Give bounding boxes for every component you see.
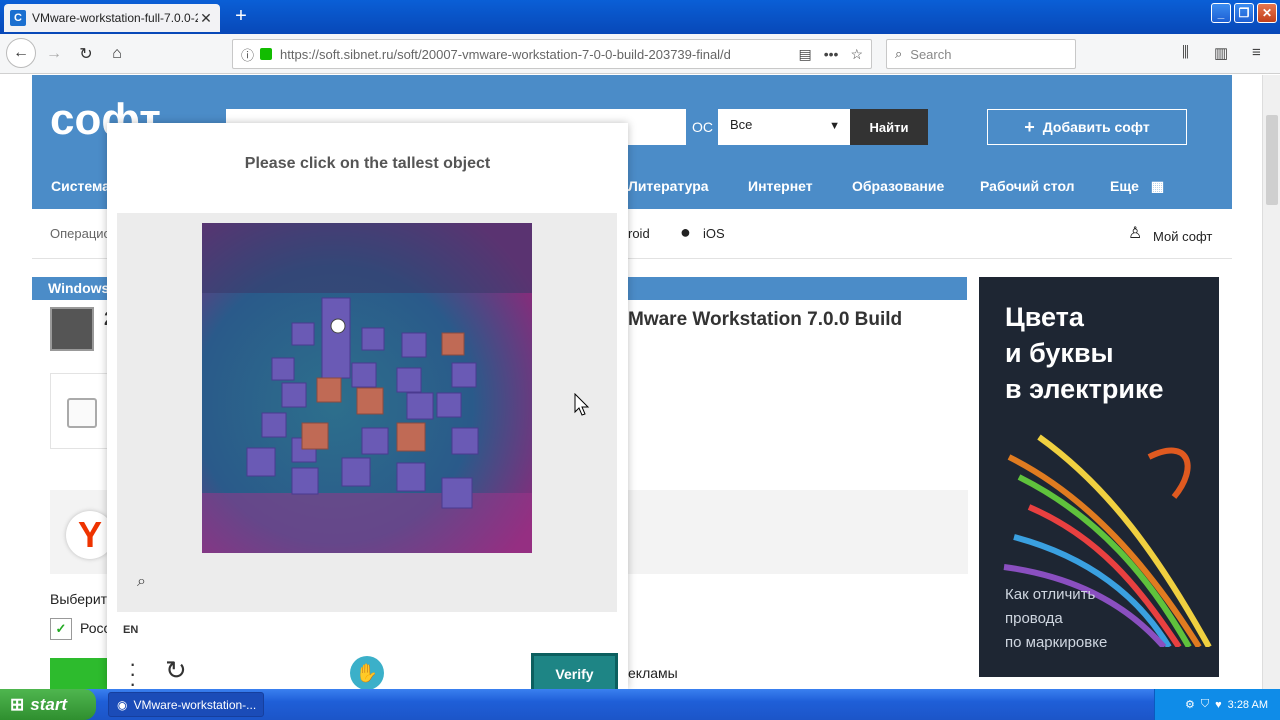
- taskbar-item-label: VMware-workstation-...: [133, 697, 257, 712]
- choose-label: Выберит: [50, 591, 108, 607]
- category-desktop[interactable]: Рабочий стол: [980, 178, 1075, 194]
- captcha-checkbox[interactable]: [67, 398, 97, 428]
- new-tab-button[interactable]: +: [230, 5, 252, 27]
- download-button[interactable]: [50, 658, 110, 689]
- back-button[interactable]: ←: [6, 38, 36, 68]
- shield-icon[interactable]: ♥: [1215, 699, 1222, 711]
- start-button[interactable]: ⊞ start: [0, 689, 96, 720]
- subnav-android[interactable]: roid: [628, 226, 650, 241]
- captcha-stage: ⌕: [117, 213, 617, 612]
- home-button[interactable]: ⌂: [105, 42, 129, 66]
- taskbar: ⊞ start ◉ VMware-workstation-... ⚙ ⛉ ♥ 3…: [0, 689, 1280, 720]
- os-select-value: Все: [730, 117, 753, 132]
- category-more-label: Еще: [1110, 178, 1139, 194]
- firefox-icon: ◉: [117, 697, 128, 712]
- taskbar-item-browser[interactable]: ◉ VMware-workstation-...: [108, 692, 264, 717]
- system-tray: ⚙ ⛉ ♥ 3:28 AM: [1154, 689, 1280, 720]
- language-selector[interactable]: EN: [123, 624, 138, 636]
- find-button[interactable]: Найти: [850, 109, 928, 145]
- menu-icon[interactable]: ≡: [1252, 44, 1261, 61]
- mouse-cursor-icon: [574, 393, 590, 416]
- info-icon[interactable]: ⓘ: [241, 45, 254, 64]
- browser-tab[interactable]: C VMware-workstation-full-7.0.0-2c ✕: [4, 4, 220, 32]
- tab-title: VMware-workstation-full-7.0.0-2c: [32, 11, 198, 25]
- search-input[interactable]: ⌕ Search: [886, 39, 1076, 69]
- captcha-challenge: Please click on the tallest object ⌕ EN …: [107, 123, 628, 695]
- address-bar[interactable]: ⓘ https://soft.sibnet.ru/soft/20007-vmwa…: [232, 39, 872, 69]
- captcha-image[interactable]: [202, 223, 532, 553]
- add-software-button[interactable]: + Добавить софт: [987, 109, 1187, 145]
- refresh-icon[interactable]: ↻: [165, 655, 187, 686]
- network-icon[interactable]: ⚙: [1185, 698, 1195, 711]
- captcha-prompt: Please click on the tallest object: [244, 155, 491, 172]
- bookmark-star-icon[interactable]: ☆: [850, 46, 863, 63]
- grid-icon: ▦: [1150, 178, 1165, 194]
- more-options-icon[interactable]: · · ·: [129, 653, 136, 695]
- clock[interactable]: 3:28 AM: [1228, 699, 1268, 711]
- category-literature[interactable]: Литература: [628, 178, 709, 194]
- zoom-icon[interactable]: ⌕: [137, 573, 146, 591]
- russia-label: Росс: [80, 620, 111, 636]
- category-education[interactable]: Образование: [852, 178, 944, 194]
- sidebar-icon[interactable]: ▥: [1214, 44, 1228, 62]
- subnav-ios[interactable]: iOS: [703, 226, 725, 241]
- category-internet[interactable]: Интернет: [748, 178, 813, 194]
- site-favicon-icon: C: [10, 10, 26, 26]
- security-icon[interactable]: ⛉: [1201, 698, 1209, 711]
- russia-checkbox[interactable]: ✓: [50, 618, 72, 640]
- captcha-checkbox-widget: [50, 373, 110, 449]
- ads-text: екламы: [628, 665, 678, 681]
- library-icon[interactable]: ⫼: [1182, 44, 1189, 61]
- maximize-button[interactable]: ❐: [1234, 3, 1254, 23]
- close-tab-icon[interactable]: ✕: [198, 10, 214, 27]
- title-bar: C VMware-workstation-full-7.0.0-2c ✕ + _…: [0, 0, 1280, 34]
- add-software-label: Добавить софт: [1042, 119, 1150, 135]
- reload-button[interactable]: ↻: [74, 42, 98, 66]
- my-software-link[interactable]: Мой софт: [1153, 229, 1212, 244]
- program-icon: [50, 307, 94, 351]
- page-scrollbar[interactable]: [1262, 75, 1280, 689]
- ad-headline: Цвета и буквы в электрике: [1005, 302, 1164, 404]
- lock-icon: [260, 48, 273, 60]
- forward-button[interactable]: →: [42, 42, 66, 66]
- category-system[interactable]: Система: [51, 178, 110, 194]
- plus-icon: +: [1024, 116, 1035, 137]
- advertisement-banner[interactable]: Цвета и буквы в электрике Как отличить п…: [979, 277, 1219, 677]
- ad-subtext: Как отличить провода по маркировке: [1005, 586, 1108, 651]
- search-placeholder: Search: [910, 46, 952, 62]
- subnav-os[interactable]: Операцио: [50, 226, 111, 241]
- search-icon: ⌕: [895, 46, 903, 61]
- captcha-logo-icon: ✋: [350, 656, 384, 690]
- page-title: Mware Workstation 7.0.0 Build: [628, 309, 903, 330]
- category-more[interactable]: Еще ▦: [1110, 178, 1164, 195]
- navigation-bar: ← → ↻ ⌂ ⓘ https://soft.sibnet.ru/soft/20…: [0, 34, 1280, 74]
- start-label: start: [30, 694, 68, 714]
- close-window-button[interactable]: ✕: [1257, 3, 1277, 23]
- minimize-button[interactable]: _: [1211, 3, 1231, 23]
- os-label: ОС: [692, 119, 713, 135]
- os-select[interactable]: Все ▼: [718, 109, 850, 145]
- page-actions-icon[interactable]: •••: [824, 46, 839, 62]
- apple-icon: ●: [680, 222, 691, 242]
- windows-logo-icon: ⊞: [10, 694, 25, 714]
- user-icon: ♙: [1128, 225, 1143, 242]
- url-text: https://soft.sibnet.ru/soft/20007-vmware…: [280, 46, 731, 62]
- scrollbar-thumb[interactable]: [1266, 115, 1278, 205]
- chevron-down-icon: ▼: [829, 120, 840, 132]
- reader-view-icon[interactable]: ▤: [798, 46, 811, 63]
